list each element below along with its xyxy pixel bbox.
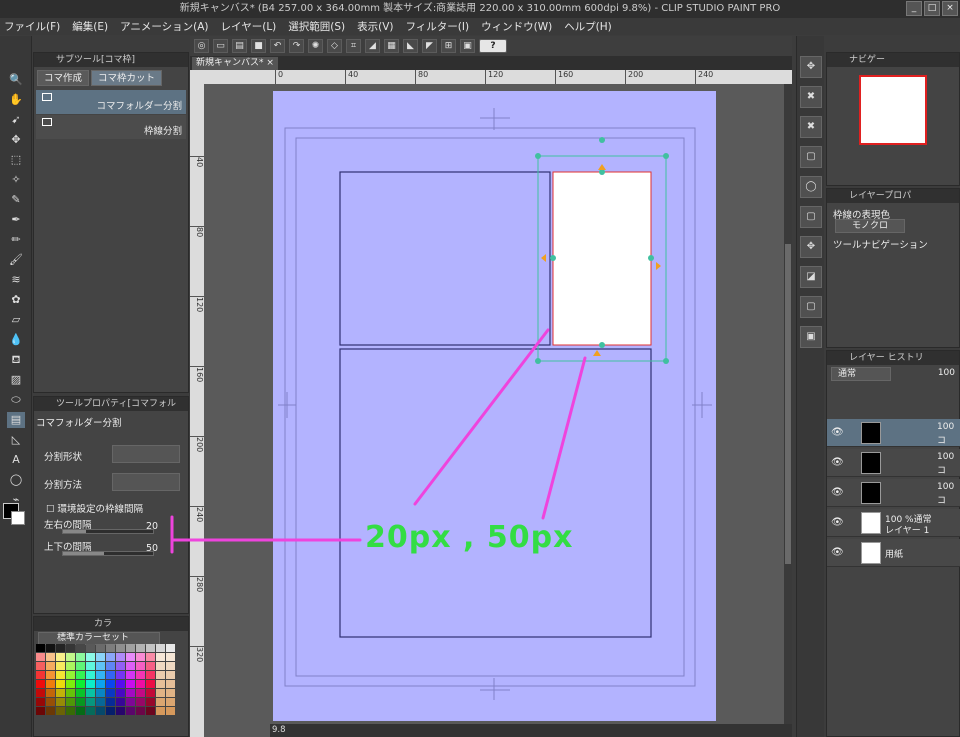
layer-row[interactable]: 👁 100 コ [827, 449, 960, 477]
material-icon[interactable]: ▣ [800, 326, 822, 348]
layer-property-title: レイヤープロパ [827, 189, 959, 203]
rotation-handle[interactable] [599, 137, 605, 143]
transform-handle[interactable] [648, 255, 654, 261]
material-icon[interactable]: ◯ [800, 176, 822, 198]
navigator-panel: ナビゲー [826, 52, 960, 186]
frame-edge-marker[interactable] [593, 350, 601, 356]
canvas-statusbar: 9.8 [270, 724, 792, 737]
layer-thumbnail [861, 452, 881, 474]
eye-icon[interactable]: 👁 [831, 547, 844, 558]
material-icon[interactable]: ▢ [800, 206, 822, 228]
eye-icon[interactable]: 👁 [831, 427, 844, 438]
mono-select[interactable]: モノクロ [835, 219, 905, 233]
layer-thumbnail [861, 482, 881, 504]
material-icon[interactable]: ▢ [800, 296, 822, 318]
eye-icon[interactable]: 👁 [831, 487, 844, 498]
history-tab[interactable]: ヒストリ [888, 353, 924, 363]
material-icon[interactable]: ✖ [800, 116, 822, 138]
opacity-value[interactable]: 100 [938, 368, 955, 378]
transform-handle[interactable] [663, 358, 669, 364]
eye-icon[interactable]: 👁 [831, 457, 844, 468]
transform-handle[interactable] [663, 153, 669, 159]
layer-thumbnail [861, 422, 881, 444]
navigator-title: ナビゲー [827, 53, 959, 67]
transform-handle[interactable] [535, 153, 541, 159]
material-icon[interactable]: ◪ [800, 266, 822, 288]
layer-property-panel: レイヤープロパ 枠線の表現色 モノクロ ツールナビゲーション [826, 188, 960, 348]
material-icon[interactable]: ✥ [800, 56, 822, 78]
tool-navigation-label: ツールナビゲーション [833, 240, 928, 251]
material-icon[interactable]: ✖ [800, 86, 822, 108]
blend-mode-select[interactable]: 通常 [831, 367, 891, 381]
eye-icon[interactable]: 👁 [831, 517, 844, 528]
transform-handle[interactable] [550, 255, 556, 261]
layer-thumbnail [861, 512, 881, 534]
layer-panel: レイヤー ヒストリ 通常 100 👁 100 コ 👁 100 コ 👁 100 コ… [826, 350, 960, 737]
material-icon[interactable]: ✥ [800, 236, 822, 258]
layer-row[interactable]: 👁 100 コ [827, 479, 960, 507]
panel-frame-bottom[interactable] [339, 348, 652, 638]
layer-thumbnail [861, 542, 881, 564]
layer-panel-title: レイヤー ヒストリ [827, 351, 959, 365]
layer-row[interactable]: 👁 用紙 [827, 539, 960, 567]
transform-handle[interactable] [599, 342, 605, 348]
material-icon[interactable]: ▢ [800, 146, 822, 168]
transform-handle[interactable] [535, 358, 541, 364]
annotation-line [413, 328, 550, 506]
panel-frame-selected[interactable] [552, 171, 652, 346]
layer-row[interactable]: 👁 100 コ [827, 419, 960, 447]
frame-edge-marker[interactable] [598, 164, 606, 170]
annotation-line [541, 356, 587, 520]
navigator-thumbnail[interactable] [859, 75, 927, 145]
panel-frame-top-left[interactable] [339, 171, 551, 346]
frame-edge-marker[interactable] [656, 262, 661, 270]
annotation-text: 20px , 50px [365, 520, 574, 555]
layer-row[interactable]: 👁 100 %通常 レイヤー 1 [827, 509, 960, 537]
zoom-level[interactable]: 9.8 [272, 725, 286, 735]
right-icon-strip: ✥ ✖ ✖ ▢ ◯ ▢ ✥ ◪ ▢ ▣ [796, 36, 824, 737]
frame-edge-marker[interactable] [541, 254, 546, 262]
